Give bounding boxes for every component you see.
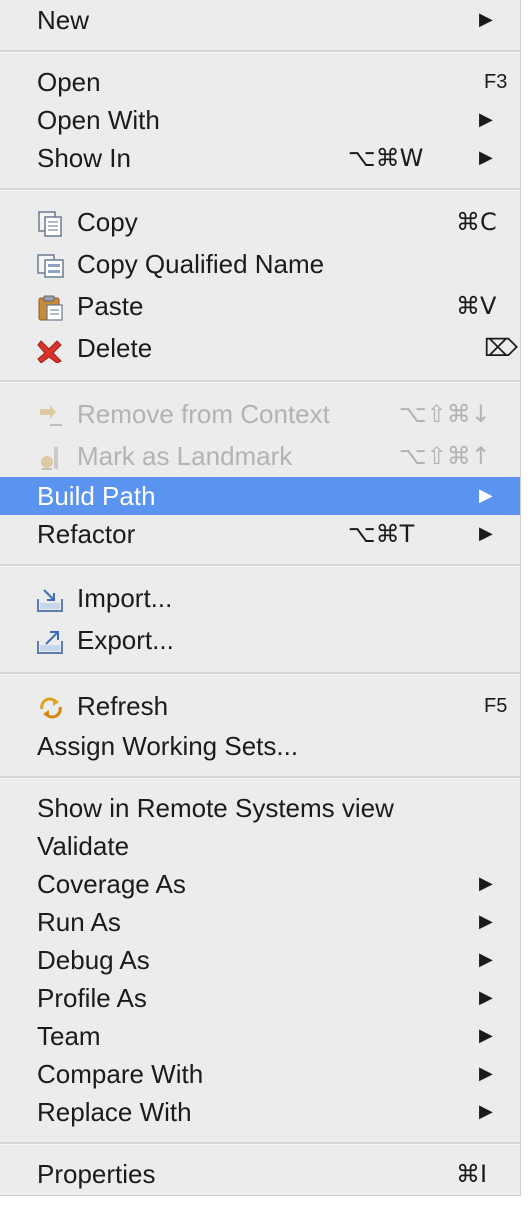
shortcut-label: ⌘C bbox=[456, 208, 497, 236]
submenu-arrow-icon: ▶ bbox=[479, 1063, 493, 1084]
menu-item-label: Show in Remote Systems view bbox=[37, 793, 394, 823]
submenu-arrow-icon: ▶ bbox=[479, 109, 493, 130]
submenu-arrow-icon: ▶ bbox=[479, 523, 493, 544]
menu-item-open[interactable]: Open F3 bbox=[0, 63, 520, 101]
menu-item-copy[interactable]: Copy ⌘C bbox=[0, 203, 520, 241]
menu-item-delete[interactable]: Delete ⌦ bbox=[0, 329, 520, 367]
remove-context-icon bbox=[36, 401, 66, 427]
submenu-arrow-icon: ▶ bbox=[479, 1101, 493, 1122]
menu-separator bbox=[0, 380, 520, 383]
menu-item-label: Debug As bbox=[37, 945, 150, 975]
menu-item-label: New bbox=[37, 5, 90, 35]
menu-item-label: Export... bbox=[77, 625, 174, 655]
submenu-arrow-icon: ▶ bbox=[479, 949, 493, 970]
submenu-arrow-icon: ▶ bbox=[479, 147, 493, 168]
menu-item-label: Copy Qualified Name bbox=[77, 249, 325, 279]
submenu-arrow-icon: ▶ bbox=[479, 873, 493, 894]
menu-item-refresh[interactable]: Refresh F5 bbox=[0, 687, 520, 725]
menu-item-remove-from-context: Remove from Context ⌥⇧⌘↓ bbox=[0, 395, 520, 433]
copy-icon bbox=[36, 209, 66, 237]
submenu-arrow-icon: ▶ bbox=[479, 485, 493, 506]
menu-item-properties[interactable]: Properties ⌘I bbox=[0, 1155, 520, 1193]
menu-item-label: Team bbox=[37, 1021, 101, 1051]
delete-icon bbox=[36, 335, 66, 364]
context-menu: New ▶ Open F3 Open With ▶ Show In ⌥⌘W ▶ … bbox=[0, 0, 521, 1196]
menu-item-build-path[interactable]: Build Path ▶ bbox=[0, 477, 520, 515]
background-editor-edge bbox=[520, 0, 530, 1214]
shortcut-label: ⌘I bbox=[456, 1160, 488, 1188]
menu-item-paste[interactable]: Paste ⌘V bbox=[0, 287, 520, 325]
import-icon bbox=[36, 585, 66, 612]
menu-item-mark-as-landmark: Mark as Landmark ⌥⇧⌘↑ bbox=[0, 437, 520, 475]
submenu-arrow-icon: ▶ bbox=[479, 987, 493, 1008]
menu-item-copy-qualified-name[interactable]: Copy Qualified Name bbox=[0, 245, 520, 283]
menu-item-label: Open bbox=[37, 67, 101, 97]
shortcut-label: ⌥⌘T bbox=[348, 520, 415, 548]
shortcut-label: ⌥⌘W bbox=[348, 144, 424, 172]
menu-item-label: Assign Working Sets... bbox=[37, 731, 299, 761]
shortcut-label: F5 bbox=[484, 695, 508, 717]
menu-item-label: Refresh bbox=[77, 691, 169, 721]
shortcut-label: F3 bbox=[484, 71, 508, 93]
menu-item-label: Coverage As bbox=[37, 869, 186, 899]
menu-item-assign-working-sets[interactable]: Assign Working Sets... bbox=[0, 727, 520, 765]
menu-item-label: Build Path bbox=[37, 481, 156, 511]
menu-item-refactor[interactable]: Refactor ⌥⌘T ▶ bbox=[0, 515, 520, 553]
menu-separator bbox=[0, 50, 520, 53]
copy-qualified-name-icon bbox=[36, 251, 66, 278]
landmark-icon bbox=[36, 443, 66, 470]
menu-item-run-as[interactable]: Run As ▶ bbox=[0, 903, 520, 941]
shortcut-label: ⌥⇧⌘↓ bbox=[399, 400, 491, 428]
menu-item-label: Show In bbox=[37, 143, 131, 173]
menu-item-label: Compare With bbox=[37, 1059, 204, 1089]
menu-item-team[interactable]: Team ▶ bbox=[0, 1017, 520, 1055]
menu-separator bbox=[0, 188, 520, 191]
export-icon bbox=[36, 627, 66, 654]
menu-item-label: Copy bbox=[77, 207, 138, 237]
refresh-icon bbox=[36, 693, 66, 719]
submenu-arrow-icon: ▶ bbox=[479, 911, 493, 932]
menu-item-compare-with[interactable]: Compare With ▶ bbox=[0, 1055, 520, 1093]
menu-separator bbox=[0, 672, 520, 675]
submenu-arrow-icon: ▶ bbox=[479, 9, 493, 30]
menu-item-label: Refactor bbox=[37, 519, 136, 549]
menu-item-label: Properties bbox=[37, 1159, 156, 1189]
shortcut-label: ⌘V bbox=[456, 292, 497, 320]
menu-item-open-with[interactable]: Open With ▶ bbox=[0, 101, 520, 139]
menu-item-label: Mark as Landmark bbox=[77, 441, 293, 471]
menu-item-label: Replace With bbox=[37, 1097, 192, 1127]
menu-item-import[interactable]: Import... bbox=[0, 579, 520, 617]
menu-separator bbox=[0, 564, 520, 567]
paste-icon bbox=[36, 293, 66, 321]
menu-separator bbox=[0, 776, 520, 779]
menu-item-label: Open With bbox=[37, 105, 160, 135]
menu-item-profile-as[interactable]: Profile As ▶ bbox=[0, 979, 520, 1017]
menu-item-label: Validate bbox=[37, 831, 130, 861]
menu-item-label: Import... bbox=[77, 583, 173, 613]
menu-item-export[interactable]: Export... bbox=[0, 621, 520, 659]
menu-item-show-in[interactable]: Show In ⌥⌘W ▶ bbox=[0, 139, 520, 177]
menu-item-validate[interactable]: Validate bbox=[0, 827, 520, 865]
menu-item-debug-as[interactable]: Debug As ▶ bbox=[0, 941, 520, 979]
menu-item-coverage-as[interactable]: Coverage As ▶ bbox=[0, 865, 520, 903]
menu-item-show-in-remote-systems[interactable]: Show in Remote Systems view bbox=[0, 789, 520, 827]
shortcut-label: ⌥⇧⌘↑ bbox=[399, 442, 491, 470]
menu-item-replace-with[interactable]: Replace With ▶ bbox=[0, 1093, 520, 1131]
shortcut-label: ⌦ bbox=[484, 334, 518, 362]
background-editor-bottom bbox=[255, 1196, 530, 1214]
menu-item-label: Profile As bbox=[37, 983, 147, 1013]
menu-item-new[interactable]: New ▶ bbox=[0, 1, 520, 39]
menu-separator bbox=[0, 1142, 520, 1145]
submenu-arrow-icon: ▶ bbox=[479, 1025, 493, 1046]
menu-item-label: Remove from Context bbox=[77, 399, 330, 429]
menu-item-label: Paste bbox=[77, 291, 144, 321]
menu-item-label: Run As bbox=[37, 907, 121, 937]
menu-item-label: Delete bbox=[77, 333, 153, 363]
